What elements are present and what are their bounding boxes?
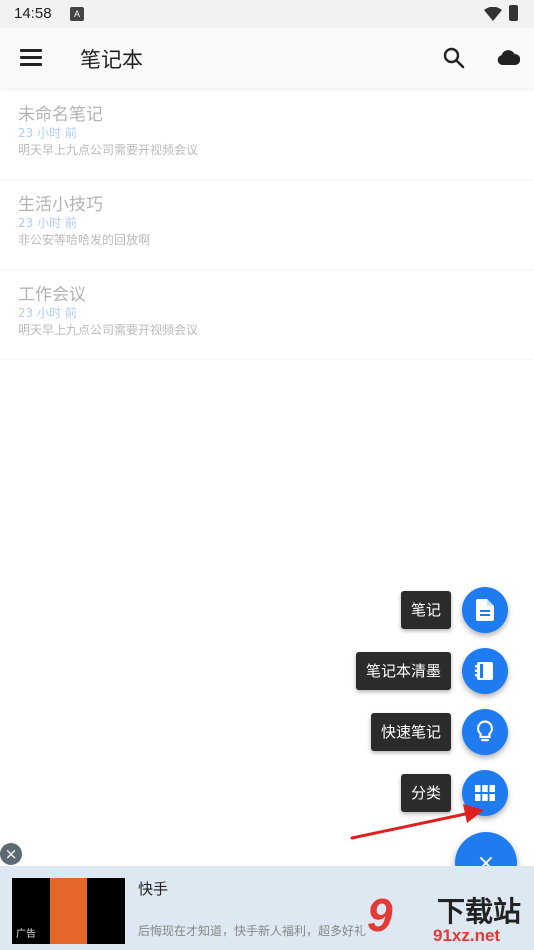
page-title: 笔记本 [80,48,143,72]
watermark-mark: 9 [367,889,393,941]
app-bar: 笔记本 [0,28,534,88]
new-note-button[interactable] [462,587,508,633]
lightbulb-icon [476,720,494,742]
fab-item-category: 分类 [400,770,508,816]
fab-label-category[interactable]: 分类 [400,774,451,812]
quick-note-button[interactable] [462,709,508,755]
watermark-url: 91xz.net [433,926,501,945]
cloud-icon[interactable] [496,48,520,66]
note-item[interactable]: 未命名笔记 23 小时 前 明天早上九点公司需要开视频会议 [0,90,534,180]
ad-poster [50,878,87,944]
note-preview: 明天早上九点公司需要开视频会议 [18,143,199,157]
menu-icon[interactable] [20,49,42,67]
ad-title: 快手 [138,880,169,898]
notebook-icon [475,662,493,680]
ad-image: 广告 [12,878,125,944]
note-time: 23 小时 前 [18,126,77,140]
note-time: 23 小时 前 [18,306,77,320]
fab-label-notebook[interactable]: 笔记本清墨 [355,652,451,690]
note-title: 生活小技巧 [18,195,103,215]
watermark-text: 下载站 [437,896,522,927]
note-item[interactable]: 生活小技巧 23 小时 前 非公安等哈哈发的回放啊 [0,180,534,270]
note-preview: 明天早上九点公司需要开视频会议 [18,323,199,337]
note-time: 23 小时 前 [18,216,77,230]
category-button[interactable] [462,770,508,816]
watermark-logo: 9 下载站 91xz.net [367,888,534,950]
grid-icon [475,785,495,801]
fab-item-notebook: 笔记本清墨 [355,648,508,694]
note-title: 未命名笔记 [18,105,103,125]
notification-a-icon: A [70,7,84,21]
status-time: 14:58 [14,5,52,22]
status-bar: 14:58 A [0,0,534,28]
note-list: 未命名笔记 23 小时 前 明天早上九点公司需要开视频会议 生活小技巧 23 小… [0,90,534,360]
document-icon [476,599,494,621]
fab-item-quick-note: 快速笔记 [370,709,508,755]
ad-badge: 广告 [16,929,36,940]
note-preview: 非公安等哈哈发的回放啊 [18,233,151,247]
fab-label-quick-note[interactable]: 快速笔记 [370,713,451,751]
fab-item-note: 笔记 [400,587,508,633]
battery-icon [509,5,518,21]
fab-label-note[interactable]: 笔记 [400,591,451,629]
note-item[interactable]: 工作会议 23 小时 前 明天早上九点公司需要开视频会议 [0,270,534,360]
new-notebook-button[interactable] [462,648,508,694]
note-title: 工作会议 [18,285,86,305]
wifi-icon [484,7,502,21]
ad-close-button[interactable]: × [0,843,22,865]
search-icon[interactable] [442,46,466,70]
